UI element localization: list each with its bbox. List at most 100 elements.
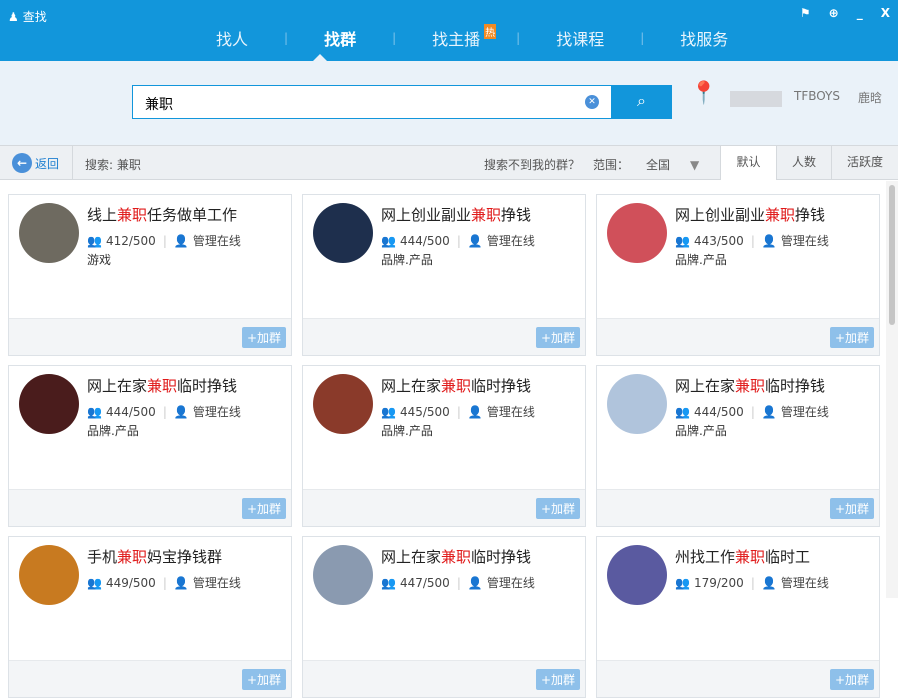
- admin-icon: 👤: [762, 576, 777, 590]
- name-part: 网上创业副业: [381, 206, 471, 224]
- join-group-button[interactable]: +加群: [830, 669, 874, 690]
- group-avatar[interactable]: [313, 203, 373, 263]
- join-group-button[interactable]: +加群: [536, 498, 580, 519]
- admin-status: 管理在线: [193, 232, 241, 249]
- scrollbar-thumb[interactable]: [889, 185, 895, 325]
- name-highlight: 兼职: [471, 206, 501, 224]
- name-highlight: 兼职: [147, 377, 177, 395]
- members-icon: 👥: [381, 405, 396, 419]
- group-card[interactable]: 线上兼职任务做单工作 👥412/500|👤管理在线 游戏 +加群: [8, 194, 292, 356]
- minimize-icon[interactable]: _: [857, 6, 863, 20]
- results-toolbar: ←返回 搜索: 兼职 搜索不到我的群？ 范围： 全国▼ 默认 人数 活跃度: [0, 145, 898, 180]
- group-card[interactable]: 网上在家兼职临时挣钱 👥444/500|👤管理在线 品牌.产品 +加群: [8, 365, 292, 527]
- results-grid: 线上兼职任务做单工作 👥412/500|👤管理在线 游戏 +加群 网上创业副业兼…: [0, 181, 886, 598]
- sort-default[interactable]: 默认: [720, 146, 776, 180]
- name-highlight: 兼职: [441, 377, 471, 395]
- tab-find-service[interactable]: 找服务: [644, 26, 764, 50]
- group-name[interactable]: 网上创业副业兼职挣钱: [675, 204, 825, 225]
- group-card[interactable]: 州找工作兼职临时工 👥179/200|👤管理在线 +加群: [596, 536, 880, 698]
- name-part: 临时工: [765, 548, 810, 566]
- name-part: 州找工作: [675, 548, 735, 566]
- back-button[interactable]: ←返回: [12, 153, 59, 173]
- name-part: 网上在家: [675, 377, 735, 395]
- group-category: 品牌.产品: [675, 251, 727, 268]
- cant-find-link[interactable]: 搜索不到我的群？: [484, 156, 580, 173]
- group-name[interactable]: 网上在家兼职临时挣钱: [675, 375, 825, 396]
- group-card[interactable]: 网上在家兼职临时挣钱 👥447/500|👤管理在线 +加群: [302, 536, 586, 698]
- group-avatar[interactable]: [607, 545, 667, 605]
- group-name[interactable]: 州找工作兼职临时工: [675, 546, 810, 567]
- admin-status: 管理在线: [487, 574, 535, 591]
- feedback-icon[interactable]: ⚑: [800, 6, 811, 20]
- tab-find-group[interactable]: 找群: [288, 26, 392, 50]
- tab-find-streamer[interactable]: 找主播热: [396, 26, 516, 50]
- clear-icon[interactable]: ✕: [585, 95, 599, 109]
- group-avatar[interactable]: [19, 203, 79, 263]
- name-part: 线上: [87, 206, 117, 224]
- group-card[interactable]: 网上在家兼职临时挣钱 👥445/500|👤管理在线 品牌.产品 +加群: [302, 365, 586, 527]
- group-name[interactable]: 网上在家兼职临时挣钱: [87, 375, 237, 396]
- tab-label: 找主播: [432, 30, 480, 49]
- hot-tag[interactable]: TFBOYS: [794, 89, 840, 106]
- members-icon: 👥: [675, 576, 690, 590]
- join-group-button[interactable]: +加群: [242, 327, 286, 348]
- pin-icon[interactable]: ⊕: [829, 6, 839, 20]
- members-icon: 👥: [675, 405, 690, 419]
- name-highlight: 兼职: [735, 377, 765, 395]
- group-name[interactable]: 网上在家兼职临时挣钱: [381, 375, 531, 396]
- name-highlight: 兼职: [765, 206, 795, 224]
- group-category: 品牌.产品: [381, 422, 433, 439]
- member-count: 449/500: [106, 576, 156, 590]
- join-group-button[interactable]: +加群: [242, 669, 286, 690]
- group-avatar[interactable]: [313, 545, 373, 605]
- join-group-button[interactable]: +加群: [536, 669, 580, 690]
- sort-members[interactable]: 人数: [776, 146, 831, 180]
- name-part: 手机: [87, 548, 117, 566]
- close-icon[interactable]: X: [881, 6, 890, 20]
- tab-find-people[interactable]: 找人: [180, 26, 284, 50]
- range-select[interactable]: 全国▼: [646, 156, 699, 173]
- group-category: 品牌.产品: [381, 251, 433, 268]
- tab-find-course[interactable]: 找课程: [520, 26, 640, 50]
- group-name[interactable]: 网上创业副业兼职挣钱: [381, 204, 531, 225]
- name-part: 网上在家: [381, 377, 441, 395]
- sort-activity[interactable]: 活跃度: [831, 146, 898, 180]
- group-avatar[interactable]: [19, 545, 79, 605]
- name-part: 挣钱: [795, 206, 825, 224]
- members-icon: 👥: [675, 234, 690, 248]
- location-icon[interactable]: 📍: [690, 81, 717, 106]
- blurred-tag[interactable]: [730, 91, 782, 107]
- group-avatar[interactable]: [313, 374, 373, 434]
- name-highlight: 兼职: [117, 548, 147, 566]
- group-avatar[interactable]: [607, 374, 667, 434]
- group-card[interactable]: 网上创业副业兼职挣钱 👥443/500|👤管理在线 品牌.产品 +加群: [596, 194, 880, 356]
- group-card[interactable]: 网上创业副业兼职挣钱 👥444/500|👤管理在线 品牌.产品 +加群: [302, 194, 586, 356]
- group-name[interactable]: 网上在家兼职临时挣钱: [381, 546, 531, 567]
- join-group-button[interactable]: +加群: [536, 327, 580, 348]
- group-name[interactable]: 线上兼职任务做单工作: [87, 204, 237, 225]
- search-input[interactable]: 兼职✕: [132, 85, 612, 119]
- members-icon: 👥: [87, 576, 102, 590]
- group-avatar[interactable]: [19, 374, 79, 434]
- name-part: 临时挣钱: [471, 377, 531, 395]
- group-card[interactable]: 网上在家兼职临时挣钱 👥444/500|👤管理在线 品牌.产品 +加群: [596, 365, 880, 527]
- join-group-button[interactable]: +加群: [830, 327, 874, 348]
- admin-status: 管理在线: [781, 403, 829, 420]
- name-highlight: 兼职: [735, 548, 765, 566]
- hot-tag[interactable]: 鹿晗: [858, 89, 882, 106]
- name-part: 任务做单工作: [147, 206, 237, 224]
- scrollbar[interactable]: [886, 181, 898, 598]
- name-part: 挣钱: [501, 206, 531, 224]
- search-button[interactable]: ⌕: [611, 85, 672, 119]
- member-count: 445/500: [400, 405, 450, 419]
- group-card[interactable]: 手机兼职妈宝挣钱群 👥449/500|👤管理在线 +加群: [8, 536, 292, 698]
- group-avatar[interactable]: [607, 203, 667, 263]
- join-group-button[interactable]: +加群: [242, 498, 286, 519]
- group-category: 品牌.产品: [87, 422, 139, 439]
- join-group-button[interactable]: +加群: [830, 498, 874, 519]
- group-name[interactable]: 手机兼职妈宝挣钱群: [87, 546, 222, 567]
- member-count: 179/200: [694, 576, 744, 590]
- member-count: 443/500: [694, 234, 744, 248]
- back-arrow-icon: ←: [12, 153, 32, 173]
- range-value: 全国: [646, 158, 670, 172]
